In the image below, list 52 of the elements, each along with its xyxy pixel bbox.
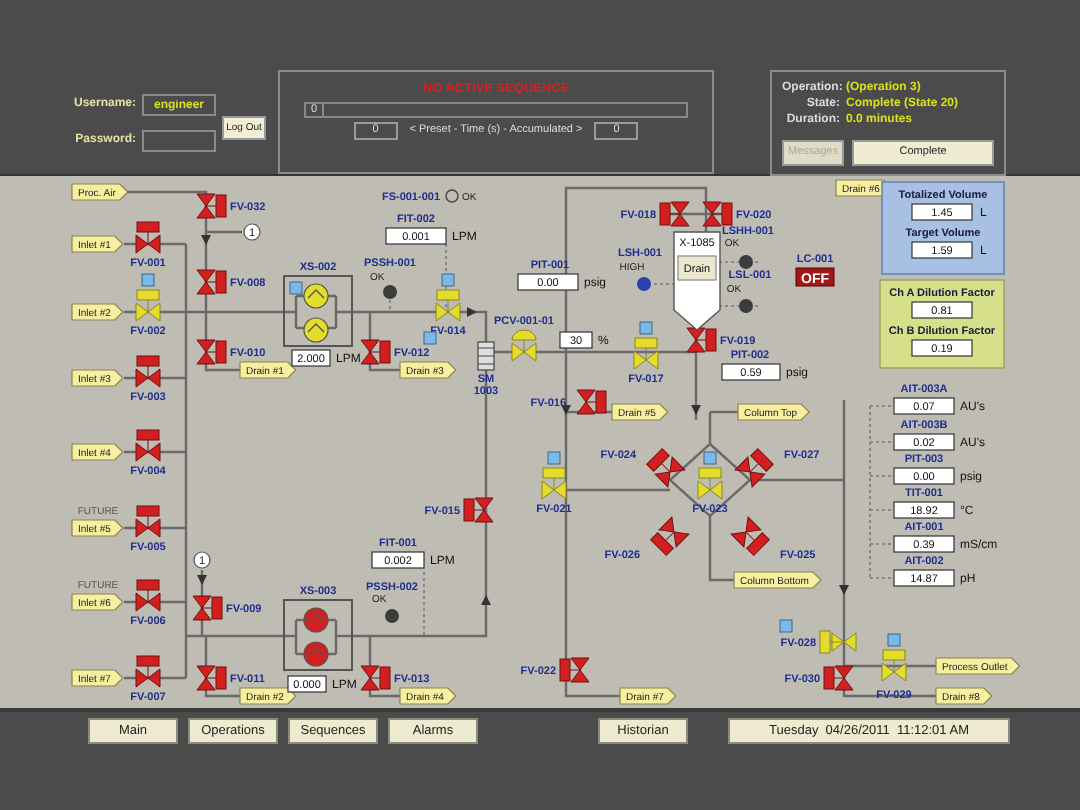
valve-icon[interactable] bbox=[730, 516, 770, 556]
motor-icon bbox=[423, 331, 437, 345]
flow-meter-icon bbox=[477, 341, 495, 371]
flow-arrow-icon bbox=[561, 405, 571, 415]
valve-icon[interactable] bbox=[360, 339, 391, 365]
valve-icon[interactable] bbox=[135, 505, 161, 538]
valve-icon[interactable] bbox=[646, 448, 686, 488]
valve-icon[interactable] bbox=[135, 655, 161, 688]
valve-icon[interactable] bbox=[192, 595, 223, 621]
valve-icon[interactable] bbox=[659, 201, 690, 227]
valve-icon[interactable] bbox=[135, 579, 161, 612]
password-field[interactable] bbox=[142, 130, 216, 152]
valve-icon[interactable] bbox=[559, 657, 590, 683]
valve-icon[interactable] bbox=[686, 327, 717, 353]
pump-icon[interactable] bbox=[303, 283, 329, 309]
flow-arrow-icon bbox=[467, 307, 477, 317]
valve-icon[interactable] bbox=[196, 665, 227, 691]
motor-icon bbox=[779, 619, 793, 633]
motor-icon bbox=[639, 321, 653, 335]
valve-icon[interactable] bbox=[463, 497, 494, 523]
valve-icon[interactable] bbox=[541, 467, 567, 500]
valve-icon[interactable] bbox=[576, 389, 607, 415]
pump-icon[interactable] bbox=[303, 641, 329, 667]
valve-icon[interactable] bbox=[196, 339, 227, 365]
valve-icon[interactable] bbox=[650, 516, 690, 556]
valve-icon[interactable] bbox=[633, 337, 659, 370]
valve-icon[interactable] bbox=[135, 355, 161, 388]
valve-icon[interactable] bbox=[881, 649, 907, 682]
flow-arrow-icon bbox=[481, 595, 491, 605]
motor-icon bbox=[703, 451, 717, 465]
valve-icon[interactable] bbox=[135, 429, 161, 462]
pump-skid bbox=[283, 599, 353, 671]
pump-skid bbox=[283, 275, 353, 347]
flow-arrow-icon bbox=[839, 585, 849, 595]
valve-icon[interactable] bbox=[823, 665, 854, 691]
valve-icon[interactable] bbox=[360, 665, 391, 691]
valve-icon[interactable] bbox=[734, 448, 774, 488]
valve-icon[interactable] bbox=[196, 193, 227, 219]
valve-icon[interactable] bbox=[135, 221, 161, 254]
pump-icon[interactable] bbox=[303, 607, 329, 633]
flow-arrow-icon bbox=[201, 235, 211, 245]
pump-icon[interactable] bbox=[303, 317, 329, 343]
flow-arrow-icon bbox=[197, 575, 207, 585]
motor-icon bbox=[441, 273, 455, 287]
valve-icon[interactable] bbox=[819, 630, 857, 654]
valve-icon[interactable] bbox=[702, 201, 733, 227]
motor-icon bbox=[289, 281, 303, 295]
motor-icon bbox=[141, 273, 155, 287]
motor-icon bbox=[887, 633, 901, 647]
flow-arrow-icon bbox=[691, 405, 701, 415]
motor-icon bbox=[547, 451, 561, 465]
valve-icon[interactable] bbox=[196, 269, 227, 295]
